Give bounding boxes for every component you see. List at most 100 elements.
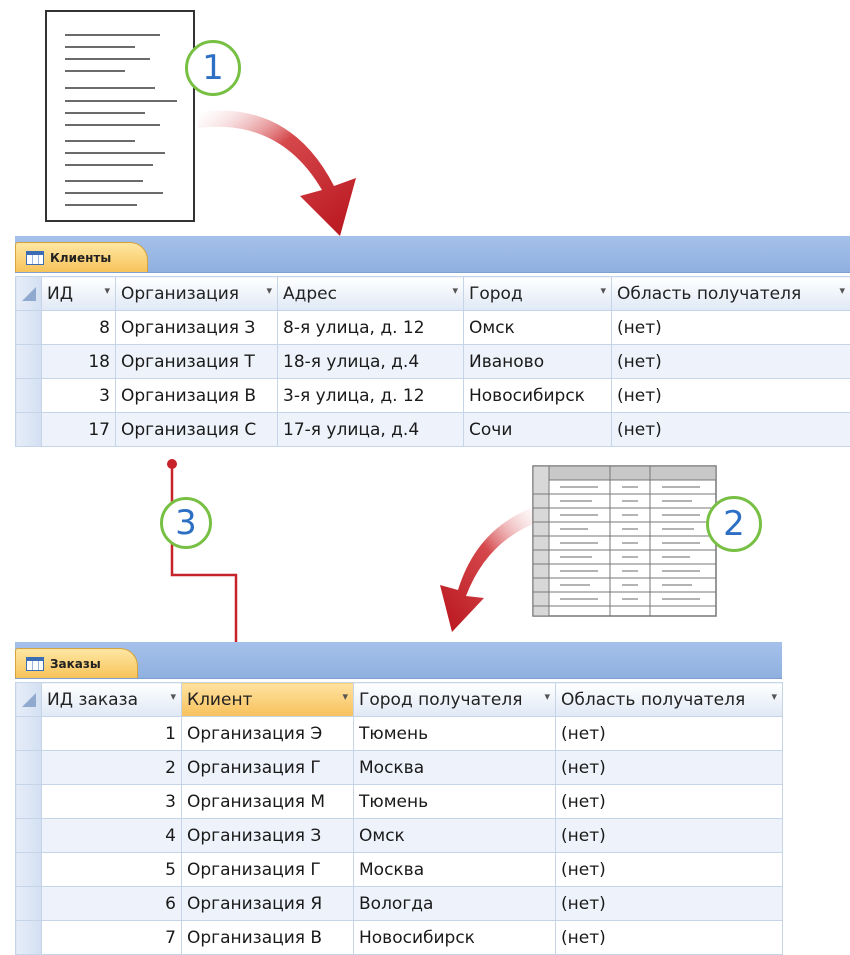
chevron-down-icon[interactable]: ▾ xyxy=(771,690,777,703)
table-cell[interactable]: Организация М xyxy=(182,785,354,819)
table-cell[interactable]: Омск xyxy=(354,819,556,853)
column-header[interactable]: Адрес▾ xyxy=(278,277,464,311)
column-header[interactable]: Город получателя▾ xyxy=(354,683,556,717)
table-cell[interactable]: Тюмень xyxy=(354,717,556,751)
table-cell[interactable]: (нет) xyxy=(612,345,850,379)
row-selector[interactable] xyxy=(16,853,42,887)
column-header[interactable]: Область получателя▾ xyxy=(612,277,850,311)
callout-3: 3 xyxy=(160,497,212,549)
chevron-down-icon[interactable]: ▾ xyxy=(342,690,348,703)
table-cell[interactable]: Организация Г xyxy=(182,751,354,785)
column-header[interactable]: Организация▾ xyxy=(116,277,278,311)
row-selector[interactable] xyxy=(16,819,42,853)
table-cell[interactable]: Организация Г xyxy=(182,853,354,887)
select-all-corner[interactable] xyxy=(16,277,42,311)
table-cell[interactable]: Организация З xyxy=(182,819,354,853)
column-header-selected[interactable]: Клиент▾ xyxy=(182,683,354,717)
table-cell[interactable]: Тюмень xyxy=(354,785,556,819)
table-cell[interactable]: Организация Т xyxy=(116,345,278,379)
chevron-down-icon[interactable]: ▾ xyxy=(839,284,845,297)
table-cell[interactable]: Организация Э xyxy=(182,717,354,751)
table-cell[interactable]: 8 xyxy=(42,311,116,345)
table-cell[interactable]: 17-я улица, д.4 xyxy=(278,413,464,447)
table-cell[interactable]: Омск xyxy=(464,311,612,345)
table-cell[interactable]: Организация В xyxy=(182,921,354,955)
table-cell[interactable]: (нет) xyxy=(556,751,783,785)
column-header[interactable]: ИД▾ xyxy=(42,277,116,311)
table-row[interactable]: 17 Организация С 17-я улица, д.4 Сочи (н… xyxy=(16,413,850,447)
table-cell[interactable]: 3 xyxy=(42,785,182,819)
chevron-down-icon[interactable]: ▾ xyxy=(452,284,458,297)
row-selector[interactable] xyxy=(16,345,42,379)
customers-tab[interactable]: Клиенты xyxy=(15,242,148,272)
table-cell[interactable]: Москва xyxy=(354,751,556,785)
table-row[interactable]: 18 Организация Т 18-я улица, д.4 Иваново… xyxy=(16,345,850,379)
table-cell[interactable]: Организация С xyxy=(116,413,278,447)
row-selector[interactable] xyxy=(16,311,42,345)
column-header[interactable]: ИД заказа▾ xyxy=(42,683,182,717)
datasheet-icon xyxy=(532,465,717,617)
column-header[interactable]: Область получателя▾ xyxy=(556,683,783,717)
table-row[interactable]: 2 Организация Г Москва (нет) xyxy=(16,751,783,785)
table-cell[interactable]: 6 xyxy=(42,887,182,921)
chevron-down-icon[interactable]: ▾ xyxy=(544,690,550,703)
table-cell[interactable]: (нет) xyxy=(556,853,783,887)
table-row[interactable]: 1 Организация Э Тюмень (нет) xyxy=(16,717,783,751)
table-cell[interactable]: (нет) xyxy=(556,785,783,819)
table-cell[interactable]: 5 xyxy=(42,853,182,887)
table-cell[interactable]: 7 xyxy=(42,921,182,955)
column-header[interactable]: Город▾ xyxy=(464,277,612,311)
row-selector[interactable] xyxy=(16,413,42,447)
table-row[interactable]: 7 Организация В Новосибирск (нет) xyxy=(16,921,783,955)
table-cell[interactable]: 2 xyxy=(42,751,182,785)
table-row[interactable]: 3 Организация В 3-я улица, д. 12 Новосиб… xyxy=(16,379,850,413)
table-cell[interactable]: (нет) xyxy=(612,379,850,413)
table-cell[interactable]: (нет) xyxy=(612,413,850,447)
table-cell[interactable]: Организация В xyxy=(116,379,278,413)
table-cell[interactable]: 3 xyxy=(42,379,116,413)
arrow-document-to-customers xyxy=(198,111,356,236)
table-cell[interactable]: (нет) xyxy=(556,819,783,853)
chevron-down-icon[interactable]: ▾ xyxy=(170,690,176,703)
chevron-down-icon[interactable]: ▾ xyxy=(266,284,272,297)
chevron-down-icon[interactable]: ▾ xyxy=(600,284,606,297)
table-cell[interactable]: 3-я улица, д. 12 xyxy=(278,379,464,413)
table-cell[interactable]: Организация Я xyxy=(182,887,354,921)
select-all-corner[interactable] xyxy=(16,683,42,717)
table-row[interactable]: 8 Организация З 8-я улица, д. 12 Омск (н… xyxy=(16,311,850,345)
relationship-line xyxy=(167,459,241,667)
table-cell[interactable]: (нет) xyxy=(556,921,783,955)
row-selector[interactable] xyxy=(16,751,42,785)
row-selector[interactable] xyxy=(16,785,42,819)
callout-2: 2 xyxy=(706,496,762,552)
customers-tab-label: Клиенты xyxy=(50,251,111,265)
table-cell[interactable]: Иваново xyxy=(464,345,612,379)
table-cell[interactable]: (нет) xyxy=(612,311,850,345)
table-cell[interactable]: 17 xyxy=(42,413,116,447)
row-selector[interactable] xyxy=(16,717,42,751)
table-cell[interactable]: Новосибирск xyxy=(464,379,612,413)
table-row[interactable]: 3 Организация М Тюмень (нет) xyxy=(16,785,783,819)
table-cell[interactable]: Москва xyxy=(354,853,556,887)
table-row[interactable]: 6 Организация Я Вологда (нет) xyxy=(16,887,783,921)
table-cell[interactable]: (нет) xyxy=(556,887,783,921)
table-cell[interactable]: Вологда xyxy=(354,887,556,921)
table-cell[interactable]: 4 xyxy=(42,819,182,853)
callout-3-label: 3 xyxy=(175,506,197,540)
table-cell[interactable]: Организация З xyxy=(116,311,278,345)
arrow-datasheet-to-orders xyxy=(440,505,544,632)
table-cell[interactable]: Сочи xyxy=(464,413,612,447)
table-cell[interactable]: 1 xyxy=(42,717,182,751)
table-row[interactable]: 4 Организация З Омск (нет) xyxy=(16,819,783,853)
chevron-down-icon[interactable]: ▾ xyxy=(104,284,110,297)
table-cell[interactable]: (нет) xyxy=(556,717,783,751)
table-cell[interactable]: 18-я улица, д.4 xyxy=(278,345,464,379)
table-cell[interactable]: 18 xyxy=(42,345,116,379)
table-row[interactable]: 5 Организация Г Москва (нет) xyxy=(16,853,783,887)
table-cell[interactable]: 8-я улица, д. 12 xyxy=(278,311,464,345)
orders-tab[interactable]: Заказы xyxy=(15,648,138,678)
row-selector[interactable] xyxy=(16,379,42,413)
row-selector[interactable] xyxy=(16,887,42,921)
table-cell[interactable]: Новосибирск xyxy=(354,921,556,955)
row-selector[interactable] xyxy=(16,921,42,955)
